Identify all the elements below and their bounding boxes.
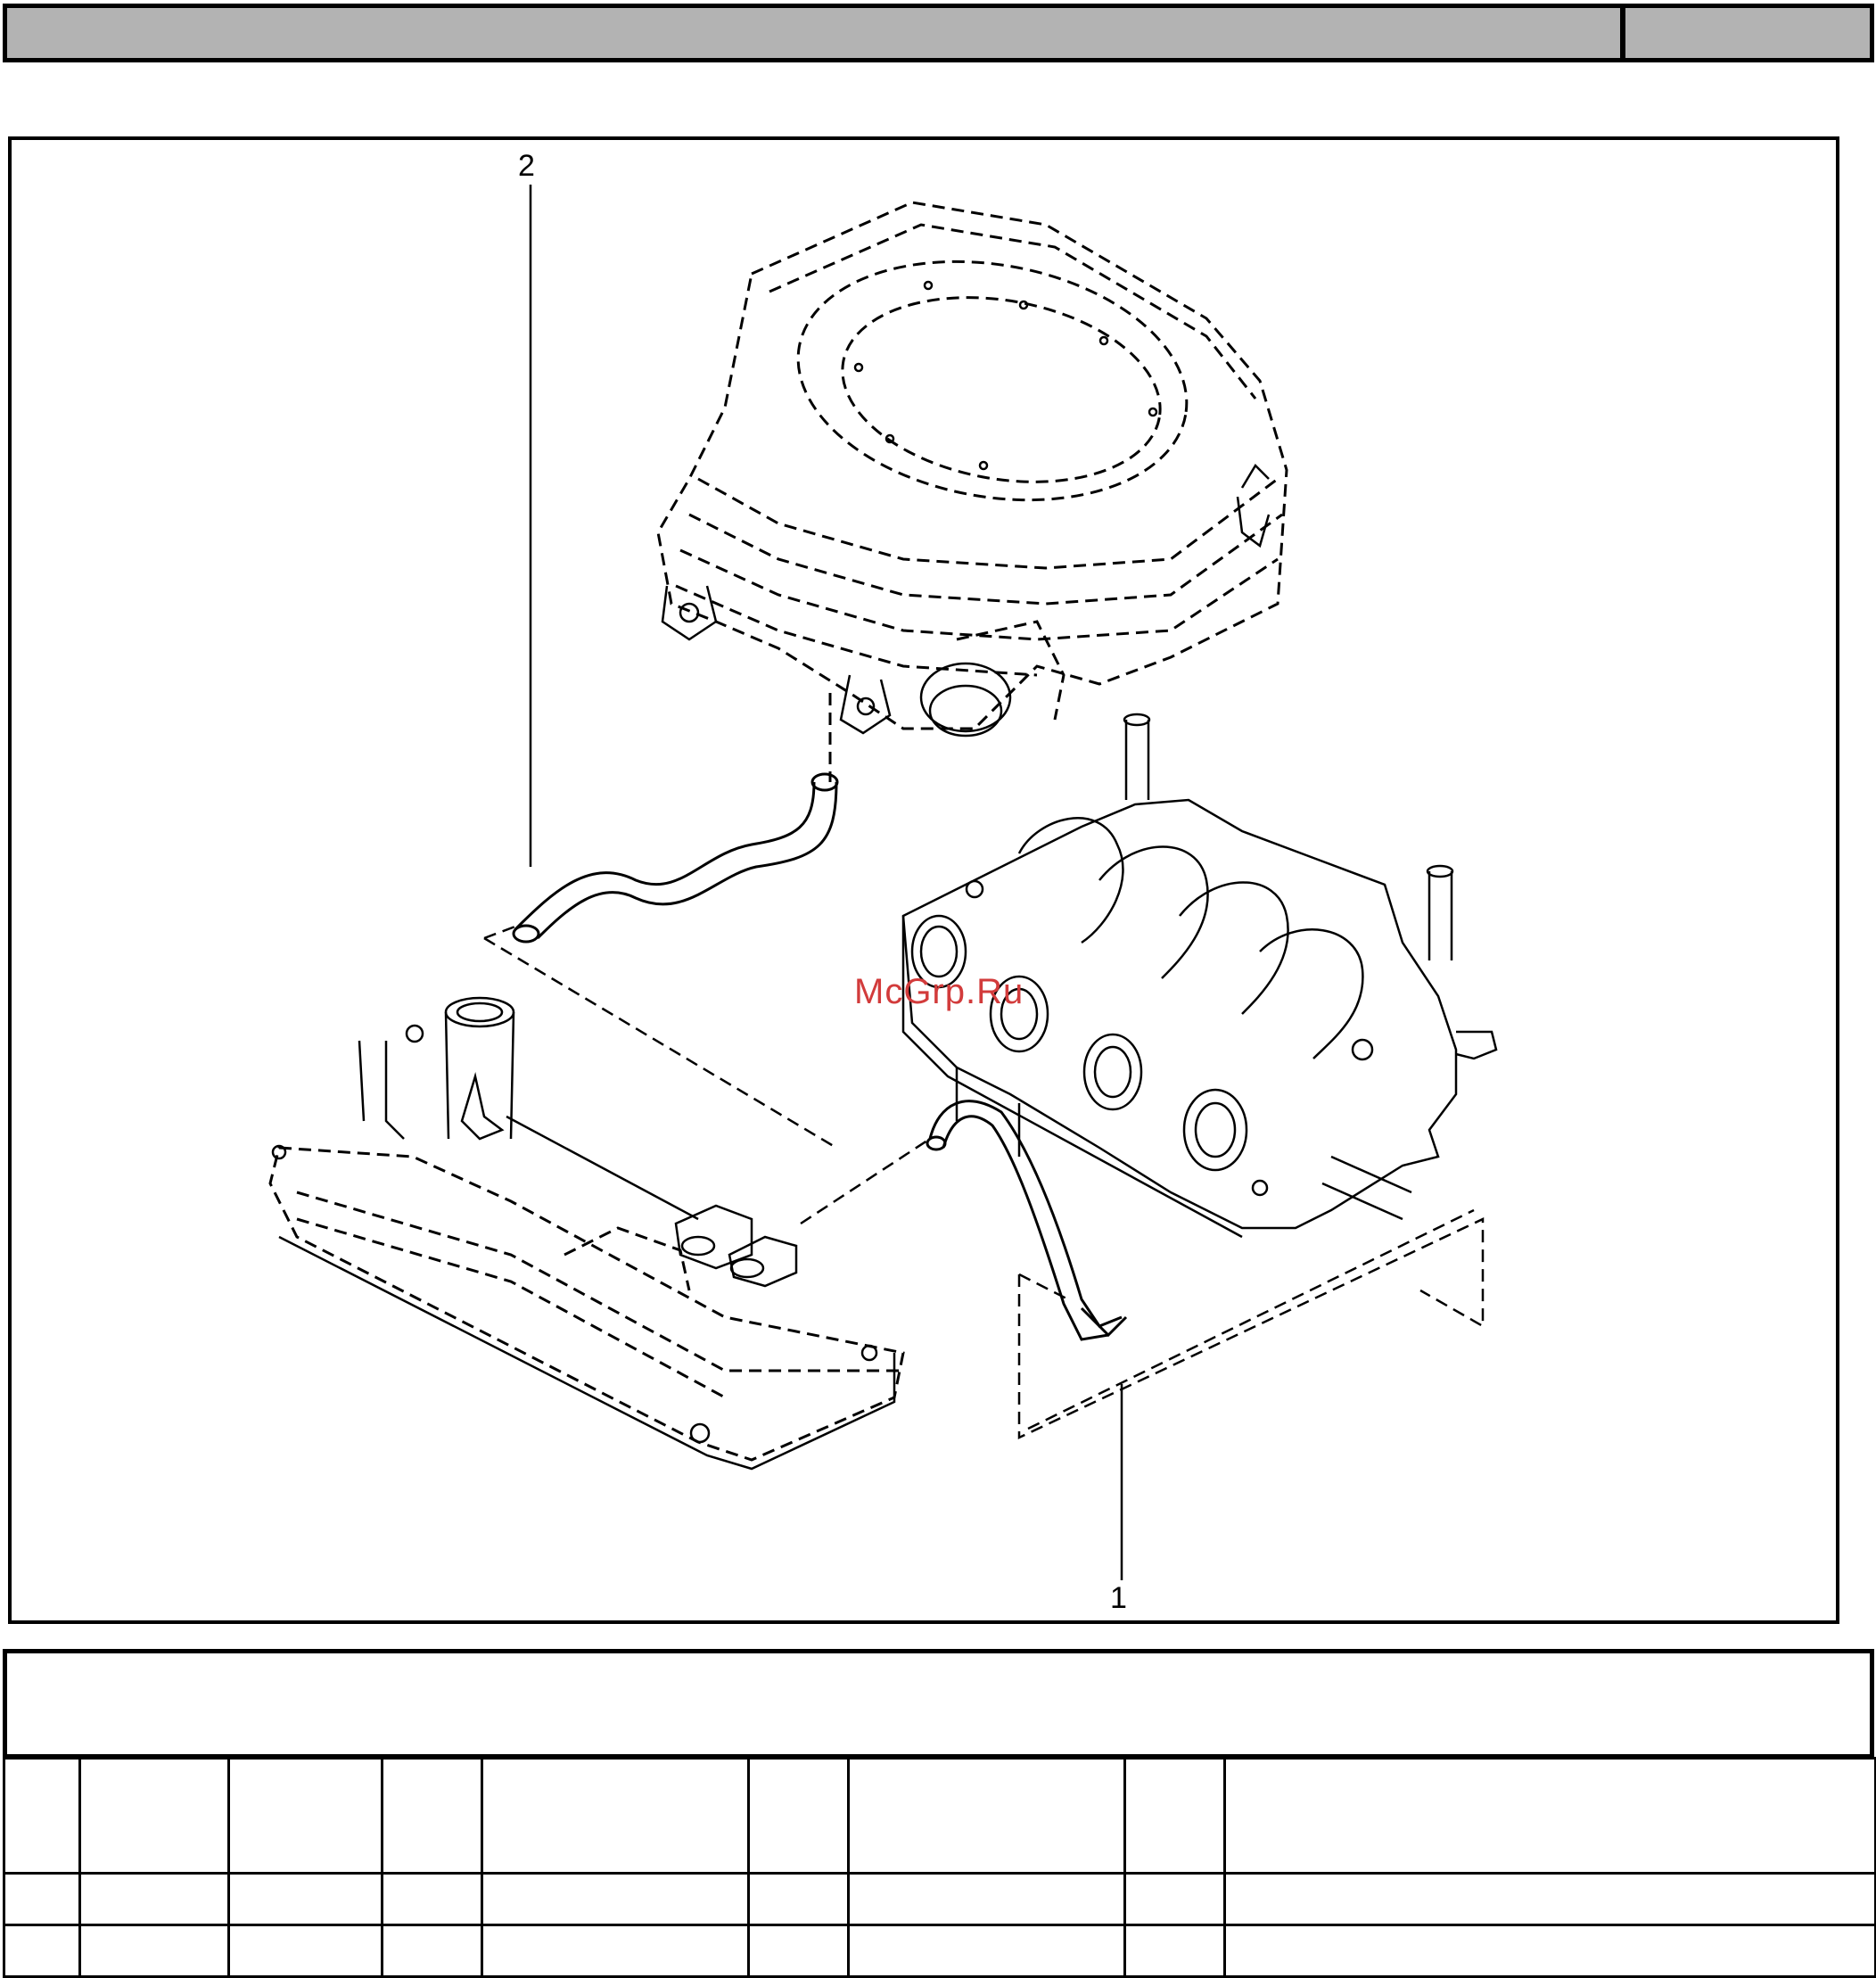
callout-1: 1 <box>1110 1581 1127 1615</box>
header-side-cell <box>1621 4 1874 62</box>
callout-2: 2 <box>518 149 535 183</box>
table-header-cell <box>747 1757 850 1875</box>
table-cell <box>3 1924 81 1978</box>
table-header-cell <box>227 1757 383 1875</box>
table-row <box>3 1924 1876 1978</box>
parts-table <box>3 1757 1876 1978</box>
table-row <box>3 1872 1876 1926</box>
table-header-cell <box>1123 1757 1226 1875</box>
table-cell <box>381 1924 483 1978</box>
table-cell <box>847 1872 1126 1926</box>
table-header-cell <box>1223 1757 1876 1875</box>
cylinder-head-cover <box>268 1146 905 1462</box>
diagram-frame: 2 1 <box>8 136 1839 1624</box>
table-cell <box>227 1872 383 1926</box>
table-cell <box>1223 1924 1876 1978</box>
watermark-text: McGrp.Ru <box>854 972 1024 1011</box>
table-cell <box>847 1924 1126 1978</box>
table-cell <box>1123 1924 1226 1978</box>
hose-2 <box>512 772 839 944</box>
cylinder-head-cover-outline <box>271 996 896 1471</box>
table-cell <box>747 1924 850 1978</box>
table-cell <box>1223 1872 1876 1926</box>
table-cell <box>381 1872 483 1926</box>
table-cell <box>481 1924 750 1978</box>
table-cell <box>78 1924 230 1978</box>
table-cell <box>78 1872 230 1926</box>
exploded-parts-diagram <box>268 185 1498 1580</box>
table-cell <box>227 1924 383 1978</box>
table-cell <box>3 1872 81 1926</box>
table-header-row <box>3 1757 1876 1875</box>
header-bar <box>3 4 1625 62</box>
table-header-cell <box>481 1757 750 1875</box>
table-cell <box>747 1872 850 1926</box>
table-cell <box>481 1872 750 1926</box>
table-header-cell <box>847 1757 1126 1875</box>
hose-1 <box>926 1100 1128 1341</box>
table-cell <box>1123 1872 1226 1926</box>
table-header-cell <box>78 1757 230 1875</box>
title-box <box>3 1649 1874 1759</box>
table-header-cell <box>3 1757 81 1875</box>
air-filter-housing <box>656 201 1288 730</box>
table-header-cell <box>381 1757 483 1875</box>
